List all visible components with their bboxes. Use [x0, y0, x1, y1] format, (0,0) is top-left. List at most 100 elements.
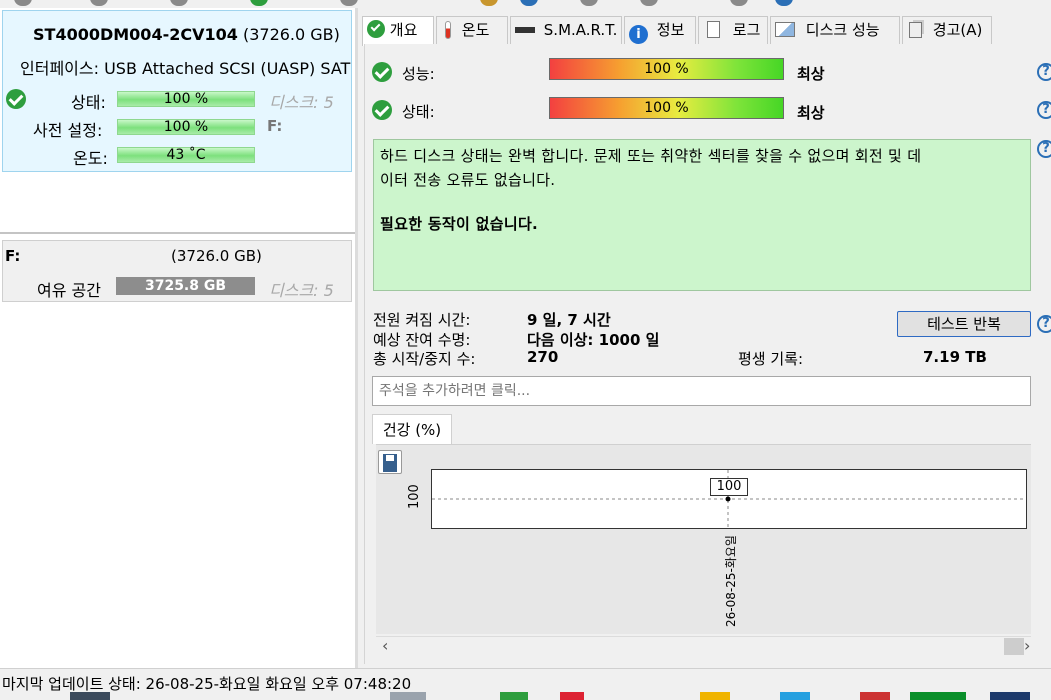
tab-alerts[interactable]: 경고(A): [902, 16, 992, 44]
performance-bar: 100 %: [549, 58, 784, 80]
status-action: 필요한 동작이 없습니다.: [380, 215, 539, 233]
disk-title: ST4000DM004-2CV104 (3726.0 GB): [33, 25, 340, 44]
toolbar: [0, 0, 1051, 8]
help-icon[interactable]: ?: [1037, 63, 1051, 81]
toolbar-icon[interactable]: [170, 0, 188, 6]
document-icon: [707, 21, 720, 38]
life-label: 예상 잔여 수명:: [373, 331, 471, 349]
note-input[interactable]: [372, 376, 1031, 406]
data-label: 100: [710, 478, 748, 496]
taskbar-icon[interactable]: [860, 692, 890, 700]
starts-label: 총 시작/중지 수:: [373, 350, 476, 368]
toolbar-icon[interactable]: [14, 0, 32, 6]
drive-icon: [515, 27, 535, 33]
tab-overview[interactable]: 개요: [362, 16, 434, 46]
toolbar-icon[interactable]: [520, 0, 538, 6]
volume-drive-letter: F:: [5, 247, 21, 265]
save-icon[interactable]: [378, 450, 402, 474]
tab-smart[interactable]: S.M.A.R.T.: [510, 16, 622, 44]
volume-card[interactable]: F: (3726.0 GB) 여유 공간 3725.8 GB 디스크: 5: [2, 240, 352, 302]
taskbar-icon[interactable]: [70, 692, 110, 700]
health-label: 상태:: [402, 103, 435, 121]
taskbar-icon[interactable]: [390, 692, 426, 700]
disk-model: ST4000DM004-2CV104: [33, 25, 238, 44]
y-tick-label: 100: [407, 484, 422, 509]
health-bar: 100 %: [549, 97, 784, 119]
tab-label: 개요: [389, 21, 418, 39]
taskbar-icon[interactable]: [910, 692, 966, 700]
health-chart: 100: [431, 469, 1027, 529]
disk-card[interactable]: ST4000DM004-2CV104 (3726.0 GB) 인터페이스: US…: [2, 10, 352, 172]
lifetime-writes-value: 7.19 TB: [923, 348, 987, 366]
toolbar-icon[interactable]: [480, 0, 498, 6]
power-on-label: 전원 켜짐 시간:: [373, 311, 471, 329]
status-message-box: 하드 디스크 상태는 완벽 합니다. 문제 또는 취약한 섹터를 찾을 수 없으…: [373, 139, 1031, 291]
help-icon[interactable]: ?: [1037, 101, 1051, 119]
scroll-right-icon[interactable]: ›: [1024, 637, 1030, 655]
tab-log[interactable]: 로그: [698, 16, 768, 44]
power-on-value: 9 일, 7 시간: [527, 311, 611, 329]
toolbar-icon[interactable]: [340, 0, 358, 6]
x-tick-label: 26-08-25-화요일: [724, 535, 738, 627]
help-icon[interactable]: ?: [1037, 315, 1051, 333]
taskbar-edge: [0, 692, 1051, 700]
health-ok-icon: [372, 100, 392, 120]
free-space-bar: 3725.8 GB: [116, 277, 255, 295]
interface-label: 인터페이스:: [20, 59, 99, 78]
toolbar-icon[interactable]: [730, 0, 748, 6]
copy-icon: [909, 22, 922, 38]
horizontal-scrollbar[interactable]: ‹ ›: [376, 636, 1031, 656]
status-message-line: 하드 디스크 상태는 완벽 합니다. 문제 또는 취약한 섹터를 찾을 수 없으…: [380, 147, 922, 165]
tab-label: 디스크 성능: [805, 21, 880, 39]
toolbar-icon[interactable]: [580, 0, 598, 6]
data-point: [725, 496, 731, 502]
tab-label: 온도: [461, 21, 490, 39]
status-bar: 100 %: [117, 91, 255, 107]
scroll-left-icon[interactable]: ‹: [382, 637, 388, 655]
volume-capacity: (3726.0 GB): [171, 247, 262, 265]
tab-disk-performance[interactable]: 디스크 성능: [770, 16, 900, 44]
taskbar-icon[interactable]: [500, 692, 528, 700]
toolbar-icon[interactable]: [250, 0, 268, 6]
thermometer-icon: [445, 21, 451, 39]
performance-ok-icon: [372, 62, 392, 82]
splitter[interactable]: [355, 8, 358, 668]
toolbar-icon[interactable]: [90, 0, 108, 6]
tab-health-chart[interactable]: 건강 (%): [372, 414, 452, 444]
performance-label: 성능:: [402, 65, 435, 83]
preset-bar: 100 %: [117, 119, 255, 135]
performance-rating: 최상: [797, 65, 825, 83]
temperature-bar: 43 ˚C: [117, 147, 255, 163]
status-label: 상태:: [71, 93, 106, 112]
tab-label: 경고(A): [932, 21, 983, 39]
tab-temperature[interactable]: 온도: [436, 16, 508, 44]
tab-label: S.M.A.R.T.: [543, 21, 618, 39]
temperature-label: 온도:: [73, 149, 108, 168]
life-value: 다음 이상: 1000 일: [527, 331, 660, 349]
interface-value: USB Attached SCSI (UASP) SAT: [104, 59, 351, 78]
info-icon: i: [629, 25, 648, 44]
taskbar-icon[interactable]: [780, 692, 810, 700]
health-rating: 최상: [797, 104, 825, 122]
taskbar-icon[interactable]: [560, 692, 584, 700]
tab-label: 정보: [656, 21, 685, 39]
status-ok-icon: [6, 89, 26, 109]
starts-value: 270: [527, 348, 559, 366]
taskbar-icon[interactable]: [700, 692, 730, 700]
toolbar-icon[interactable]: [640, 0, 658, 6]
last-update-text: 마지막 업데이트 상태: 26-08-25-화요일 화요일 오후 07:48:2…: [2, 675, 412, 693]
lifetime-writes-label: 평생 기록:: [738, 350, 804, 368]
interface-row: 인터페이스: USB Attached SCSI (UASP) SAT: [20, 55, 352, 79]
panel-divider: [0, 232, 355, 234]
chart-icon: [775, 22, 795, 37]
taskbar-icon[interactable]: [990, 692, 1030, 700]
tab-info[interactable]: i 정보: [624, 16, 696, 44]
preset-label: 사전 설정:: [33, 121, 103, 140]
disk-number: 디스크: 5: [269, 93, 334, 112]
scroll-thumb[interactable]: [1004, 638, 1024, 655]
drive-letter: F:: [267, 117, 283, 135]
repeat-test-button[interactable]: 테스트 반복: [897, 311, 1031, 337]
tab-bar: 개요 온도 S.M.A.R.T. i 정보 로그 디스크 성능 경고(A): [362, 16, 1022, 46]
toolbar-icon[interactable]: [775, 0, 793, 6]
help-icon[interactable]: ?: [1037, 140, 1051, 158]
